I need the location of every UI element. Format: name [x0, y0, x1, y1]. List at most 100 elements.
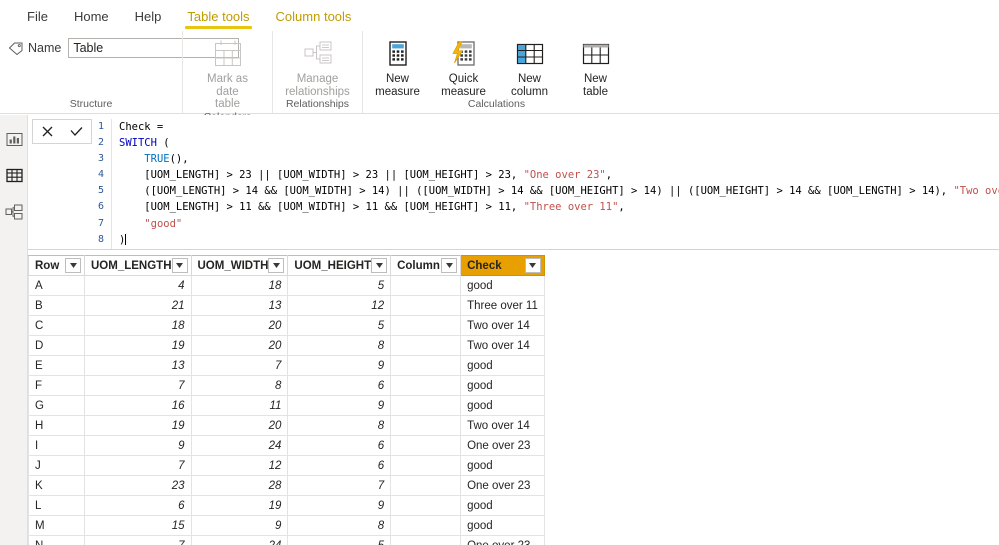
cell-uom_width[interactable]: 11	[190, 395, 289, 416]
cell-column[interactable]	[390, 355, 462, 376]
cell-uom_height[interactable]: 5	[287, 275, 392, 296]
cancel-formula-button[interactable]	[33, 120, 62, 143]
cell-uom_length[interactable]: 19	[84, 415, 192, 436]
cell-uom_width[interactable]: 20	[190, 335, 289, 356]
cell-check[interactable]: One over 23	[460, 475, 545, 496]
column-filter-button[interactable]	[171, 258, 188, 273]
cell-uom_width[interactable]: 9	[190, 515, 289, 536]
table-row[interactable]: I 9 24 6 One over 23	[28, 435, 545, 456]
cell-row[interactable]: D	[28, 335, 85, 356]
cell-row[interactable]: I	[28, 435, 85, 456]
tab-table-tools[interactable]: Table tools	[174, 10, 262, 31]
cell-column[interactable]	[390, 455, 462, 476]
cell-row[interactable]: B	[28, 295, 85, 316]
cell-uom_width[interactable]: 20	[190, 315, 289, 336]
cell-uom_height[interactable]: 9	[287, 395, 392, 416]
column-header-uom_width[interactable]: UOM_WIDTH	[190, 255, 289, 276]
cell-uom_width[interactable]: 13	[190, 295, 289, 316]
column-header-uom_height[interactable]: UOM_HEIGHT	[287, 255, 392, 276]
cell-uom_width[interactable]: 20	[190, 415, 289, 436]
cell-column[interactable]	[390, 295, 462, 316]
cell-row[interactable]: L	[28, 495, 85, 516]
cell-check[interactable]: One over 23	[460, 535, 545, 545]
cell-column[interactable]	[390, 335, 462, 356]
cell-row[interactable]: K	[28, 475, 85, 496]
column-header-uom_length[interactable]: UOM_LENGTH	[84, 255, 192, 276]
table-row[interactable]: K 23 28 7 One over 23	[28, 475, 545, 496]
cell-check[interactable]: good	[460, 275, 545, 296]
cell-uom_height[interactable]: 9	[287, 355, 392, 376]
cell-check[interactable]: good	[460, 375, 545, 396]
cell-row[interactable]: F	[28, 375, 85, 396]
mark-as-date-table-button[interactable]: Mark as date table	[195, 31, 261, 111]
column-filter-button[interactable]	[268, 258, 285, 273]
table-row[interactable]: E 13 7 9 good	[28, 355, 545, 376]
cell-row[interactable]: G	[28, 395, 85, 416]
cell-check[interactable]: good	[460, 355, 545, 376]
column-filter-button[interactable]	[371, 258, 388, 273]
cell-uom_width[interactable]: 7	[190, 355, 289, 376]
cell-column[interactable]	[390, 395, 462, 416]
column-header-row[interactable]: Row	[28, 255, 85, 276]
new-measure-button[interactable]: New measure	[365, 31, 431, 98]
table-row[interactable]: D 19 20 8 Two over 14	[28, 335, 545, 356]
tab-file[interactable]: File	[14, 10, 61, 31]
column-header-check[interactable]: Check	[460, 255, 545, 276]
cell-check[interactable]: One over 23	[460, 435, 545, 456]
table-row[interactable]: C 18 20 5 Two over 14	[28, 315, 545, 336]
cell-check[interactable]: good	[460, 515, 545, 536]
table-row[interactable]: H 19 20 8 Two over 14	[28, 415, 545, 436]
new-column-button[interactable]: New column	[497, 31, 563, 98]
manage-relationships-button[interactable]: Manage relationships	[285, 31, 351, 98]
cell-row[interactable]: N	[28, 535, 85, 545]
cell-column[interactable]	[390, 415, 462, 436]
cell-uom_length[interactable]: 13	[84, 355, 192, 376]
new-table-button[interactable]: New table	[563, 31, 629, 98]
table-row[interactable]: N7245 One over 23	[28, 535, 545, 545]
cell-uom_height[interactable]: 6	[287, 375, 392, 396]
table-row[interactable]: B 21 13 12 Three over 11	[28, 295, 545, 316]
table-row[interactable]: M 15 9 8 good	[28, 515, 545, 536]
cell-uom_width[interactable]: 24	[190, 435, 289, 456]
cell-uom_height[interactable]: 5	[287, 535, 392, 545]
cell-check[interactable]: Three over 11	[460, 295, 545, 316]
table-row[interactable]: L 6 19 9 good	[28, 495, 545, 516]
cell-column[interactable]	[390, 535, 462, 545]
table-row[interactable]: F 7 8 6 good	[28, 375, 545, 396]
cell-uom_height[interactable]: 12	[287, 295, 392, 316]
cell-uom_height[interactable]: 8	[287, 415, 392, 436]
cell-uom_width[interactable]: 8	[190, 375, 289, 396]
cell-row[interactable]: E	[28, 355, 85, 376]
cell-uom_length[interactable]: 21	[84, 295, 192, 316]
cell-uom_length[interactable]: 6	[84, 495, 192, 516]
cell-uom_length[interactable]: 7	[84, 375, 192, 396]
cell-uom_height[interactable]: 5	[287, 315, 392, 336]
cell-check[interactable]: good	[460, 395, 545, 416]
cell-column[interactable]	[390, 275, 462, 296]
cell-check[interactable]: Two over 14	[460, 335, 545, 356]
cell-row[interactable]: A	[28, 275, 85, 296]
cell-uom_length[interactable]: 23	[84, 475, 192, 496]
cell-column[interactable]	[390, 475, 462, 496]
column-filter-button[interactable]	[441, 258, 458, 273]
cell-uom_length[interactable]: 9	[84, 435, 192, 456]
cell-uom_length[interactable]: 7	[84, 535, 192, 545]
cell-uom_height[interactable]: 9	[287, 495, 392, 516]
cell-uom_height[interactable]: 6	[287, 455, 392, 476]
cell-uom_width[interactable]: 19	[190, 495, 289, 516]
cell-uom_width[interactable]: 18	[190, 275, 289, 296]
tab-column-tools[interactable]: Column tools	[263, 10, 365, 31]
cell-row[interactable]: M	[28, 515, 85, 536]
cell-row[interactable]: J	[28, 455, 85, 476]
cell-uom_length[interactable]: 18	[84, 315, 192, 336]
formula-code[interactable]: Check = SWITCH ( TRUE(), [UOM_LENGTH] > 2…	[112, 119, 999, 249]
cell-check[interactable]: Two over 14	[460, 415, 545, 436]
sidebar-item-data-view[interactable]	[0, 160, 28, 196]
cell-uom_height[interactable]: 8	[287, 515, 392, 536]
cell-check[interactable]: good	[460, 455, 545, 476]
cell-uom_height[interactable]: 7	[287, 475, 392, 496]
cell-check[interactable]: Two over 14	[460, 315, 545, 336]
column-filter-button[interactable]	[524, 258, 541, 273]
cell-uom_width[interactable]: 24	[190, 535, 289, 545]
cell-uom_height[interactable]: 6	[287, 435, 392, 456]
